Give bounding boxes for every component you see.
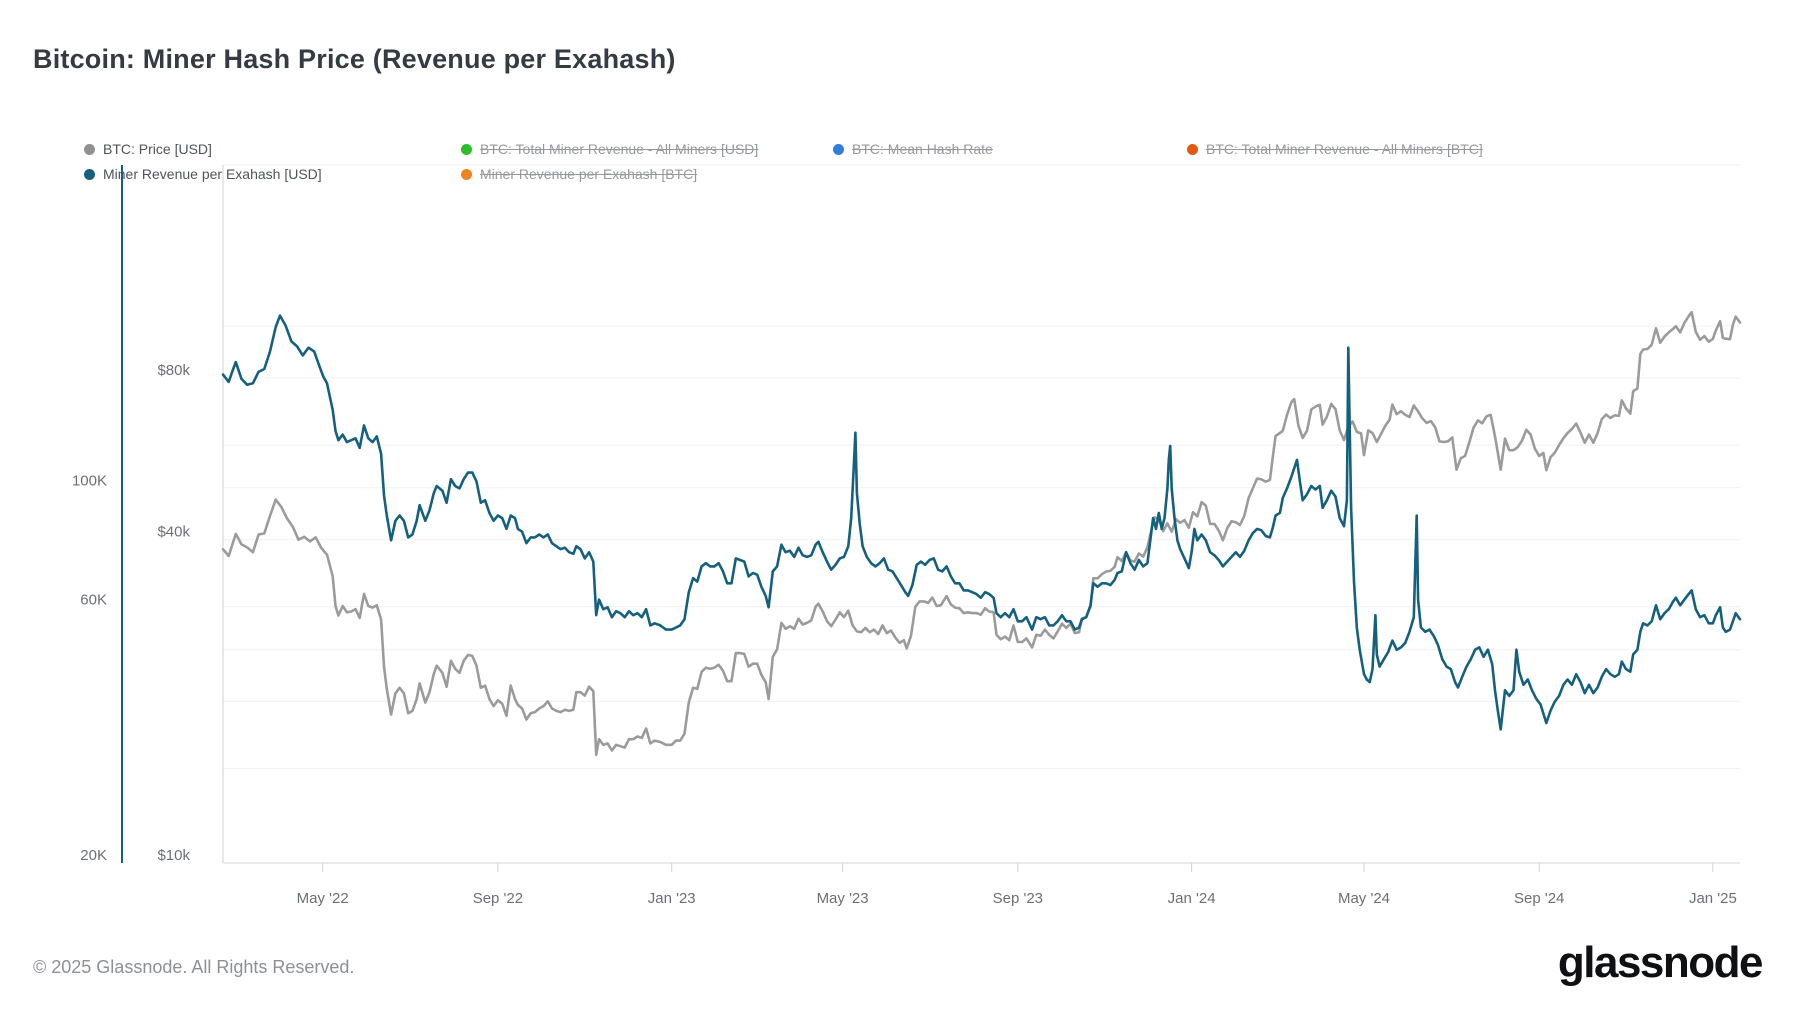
y-axis-label-20k: 20K: [80, 847, 107, 864]
x-axis-label-may-22: May '22: [297, 890, 349, 907]
y-axis-label-60k: 60K: [80, 591, 107, 608]
x-axis-label-jan-23: Jan '23: [648, 890, 696, 907]
y-axis-label-80k: $80k: [157, 362, 190, 379]
x-axis-label-may-23: May '23: [817, 890, 869, 907]
plot-area[interactable]: [223, 165, 1740, 863]
x-axis-label-jan-25: Jan '25: [1689, 890, 1737, 907]
y-axis-label-100k: 100K: [72, 472, 107, 489]
y-axis-label-40k: $40k: [157, 524, 190, 541]
copyright-text: © 2025 Glassnode. All Rights Reserved.: [33, 957, 354, 978]
x-axis-label-sep-22: Sep '22: [473, 890, 523, 907]
chart-canvas[interactable]: 100K 60K 20K $80k $40k $10k May '22 Sep '22 Jan …: [0, 0, 1800, 1013]
glassnode-logo[interactable]: glassnode: [1558, 938, 1762, 988]
x-axis-label-sep-23: Sep '23: [993, 890, 1043, 907]
x-axis-label-may-24: May '24: [1338, 890, 1390, 907]
y-axis-label-10k: $10k: [157, 847, 190, 864]
x-axis-label-sep-24: Sep '24: [1514, 890, 1564, 907]
x-axis-label-jan-24: Jan '24: [1168, 890, 1216, 907]
